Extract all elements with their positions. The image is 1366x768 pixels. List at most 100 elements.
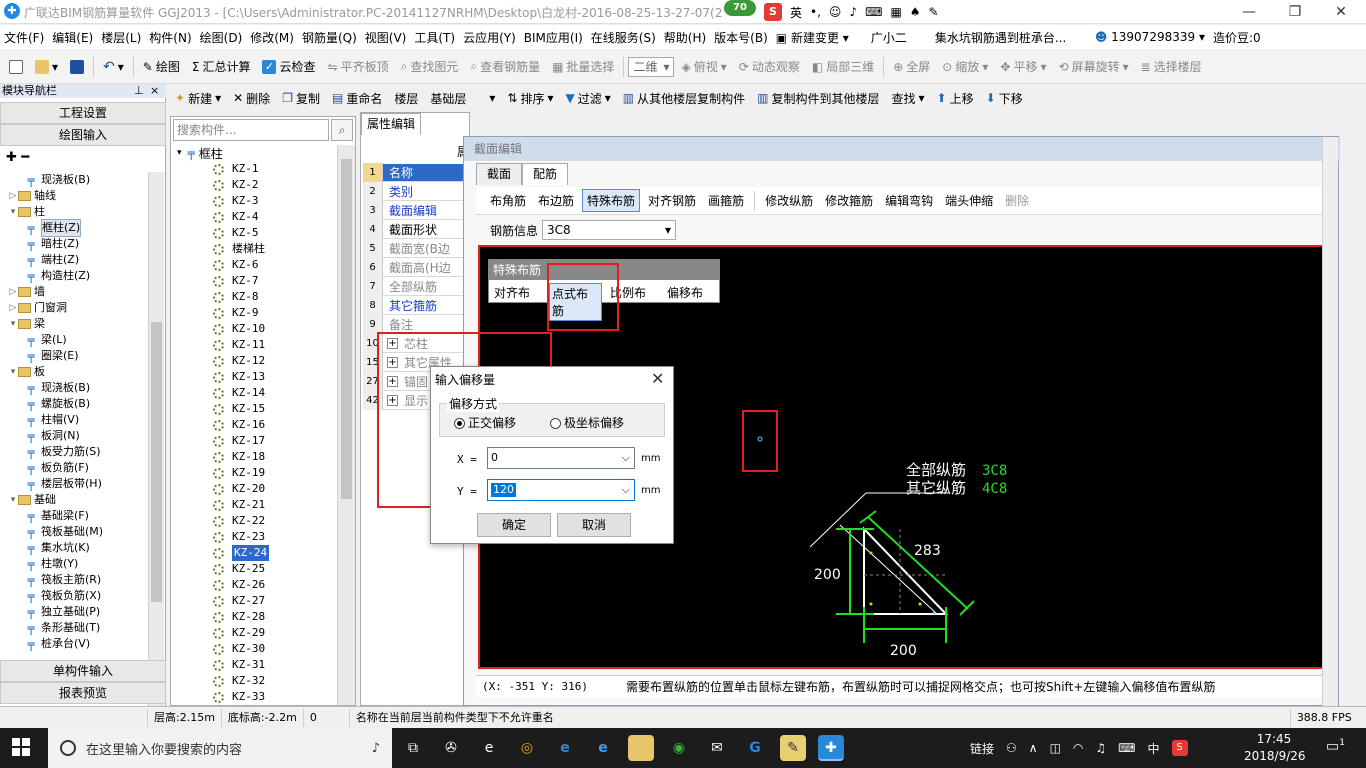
edit-hook-button[interactable]: 编辑弯钩 bbox=[881, 190, 937, 211]
copy-button[interactable]: ❐ 复制 bbox=[277, 85, 325, 111]
close-icon[interactable]: ✕ bbox=[1318, 0, 1364, 24]
list-item[interactable]: KZ-10 bbox=[173, 321, 337, 337]
tree-item[interactable]: ╤ 柱帽(V) bbox=[0, 412, 148, 428]
tree-item[interactable]: ╤ 板受力筋(S) bbox=[0, 444, 148, 460]
filter-button[interactable]: ▼ 过滤 ▾ bbox=[561, 85, 616, 111]
menu-component[interactable]: 构件(N) bbox=[145, 29, 195, 46]
close-icon[interactable]: × bbox=[150, 84, 159, 98]
list-item[interactable]: KZ-4 bbox=[173, 209, 337, 225]
menu-guangxiaoer[interactable]: 广小二 bbox=[867, 29, 911, 46]
emoji-icon[interactable]: ☺ bbox=[829, 5, 842, 19]
local-3d-button[interactable]: ◧ 局部三维 bbox=[807, 54, 879, 80]
property-row[interactable]: 5 截面宽(B边 bbox=[363, 238, 469, 258]
menu-tools[interactable]: 工具(T) bbox=[410, 29, 459, 46]
links-toolbar[interactable]: 链接 bbox=[970, 740, 994, 757]
expand-icon[interactable]: ▷ bbox=[8, 284, 18, 300]
tree-item[interactable]: ╤ 框柱(Z) bbox=[0, 219, 148, 237]
tree-item[interactable]: ╤ 现浇板(B) bbox=[0, 380, 148, 396]
single-component-input-button[interactable]: 单构件输入 bbox=[0, 660, 166, 682]
shirt-icon[interactable]: ♠ bbox=[910, 5, 921, 19]
menu-rebar-qty[interactable]: 钢筋量(Q) bbox=[298, 29, 361, 46]
expand-icon[interactable]: ▾ bbox=[8, 492, 18, 508]
ime-punct[interactable]: •, bbox=[810, 5, 821, 19]
tree-item[interactable]: ╤ 板洞(N) bbox=[0, 428, 148, 444]
tree-item[interactable]: ╤ 螺旋板(B) bbox=[0, 396, 148, 412]
menu-beans[interactable]: 造价豆:0 bbox=[1209, 29, 1265, 46]
tree-item[interactable]: ╤ 构造柱(Z) bbox=[0, 268, 148, 284]
menu-user[interactable]: ☻ 13907298339 ▾ bbox=[1091, 30, 1209, 44]
select-floor-button[interactable]: ≣ 选择楼层 bbox=[1136, 54, 1207, 80]
move-up-button[interactable]: ⬆ 上移 bbox=[932, 85, 979, 111]
summary-calc-button[interactable]: Σ 汇总计算 bbox=[187, 54, 256, 80]
task-view-icon[interactable]: ⧉ bbox=[400, 735, 426, 761]
menu-online[interactable]: 在线服务(S) bbox=[587, 29, 660, 46]
list-item[interactable]: KZ-14 bbox=[173, 385, 337, 401]
ggj-app-icon[interactable]: ✚ bbox=[818, 735, 844, 761]
drawing-input-button[interactable]: 绘图输入 bbox=[0, 124, 166, 146]
floor-select[interactable]: 基础层 ▾ bbox=[425, 85, 500, 111]
tree-folder[interactable]: ▷ 门窗洞 bbox=[0, 300, 148, 316]
list-item[interactable]: KZ-30 bbox=[173, 641, 337, 657]
tree-item[interactable]: ╤ 圈梁(E) bbox=[0, 348, 148, 364]
mic-icon[interactable]: ♪ bbox=[849, 5, 857, 19]
draw-button[interactable]: ✎ 绘图 bbox=[138, 54, 185, 80]
rename-button[interactable]: ▤ 重命名 bbox=[327, 85, 387, 111]
list-item[interactable]: KZ-11 bbox=[173, 337, 337, 353]
menu-modify[interactable]: 修改(M) bbox=[246, 29, 298, 46]
tree-item[interactable]: ╤ 条形基础(T) bbox=[0, 620, 148, 636]
menu-new-change[interactable]: ▣ 新建变更 ▾ bbox=[772, 29, 853, 46]
tree-item[interactable]: ╤ 梁(L) bbox=[0, 332, 148, 348]
expand-icon[interactable]: ▷ bbox=[8, 300, 18, 316]
tree-item[interactable]: ╤ 桩承台(V) bbox=[0, 636, 148, 652]
new-file-button[interactable] bbox=[4, 54, 28, 80]
menu-floor[interactable]: 楼层(L) bbox=[97, 29, 145, 46]
tree-item[interactable]: ╤ 基础梁(F) bbox=[0, 508, 148, 524]
menu-file[interactable]: 文件(F) bbox=[0, 29, 48, 46]
modify-stirrup-button[interactable]: 修改箍筋 bbox=[821, 190, 877, 211]
batch-select-button[interactable]: ▦ 批量选择 bbox=[547, 54, 619, 80]
list-item[interactable]: KZ-3 bbox=[173, 193, 337, 209]
microphone-icon[interactable]: ♪ bbox=[372, 741, 380, 756]
corner-rebar-button[interactable]: 布角筋 bbox=[486, 190, 530, 211]
orthogonal-radio[interactable]: 正交偏移 bbox=[454, 414, 516, 431]
ie-blue-icon[interactable]: e bbox=[590, 735, 616, 761]
property-row[interactable]: 3 截面编辑 bbox=[363, 200, 469, 220]
tab-property-edit[interactable]: 属性编辑 bbox=[361, 113, 421, 135]
list-item[interactable]: 楼梯柱 bbox=[173, 241, 337, 257]
rotate-screen-button[interactable]: ⟲ 屏幕旋转 ▾ bbox=[1054, 54, 1134, 80]
zoom-button[interactable]: ⊙ 缩放 ▾ bbox=[937, 54, 993, 80]
menu-cloud[interactable]: 云应用(Y) bbox=[459, 29, 520, 46]
find-button[interactable]: 查找 ▾ bbox=[887, 85, 930, 111]
network-icon[interactable]: ◫ bbox=[1050, 741, 1061, 755]
ie-icon[interactable]: e bbox=[476, 735, 502, 761]
menu-view[interactable]: 视图(V) bbox=[361, 29, 411, 46]
ime-lang[interactable]: 英 bbox=[790, 4, 802, 21]
tree-folder[interactable]: ▾ 柱 bbox=[0, 204, 148, 220]
tree-item[interactable]: ╤ 筏板基础(M) bbox=[0, 524, 148, 540]
property-row[interactable]: 8 其它箍筋 bbox=[363, 295, 469, 315]
search-icon[interactable]: ⌕ bbox=[331, 119, 353, 141]
tree-item[interactable]: ╤ 集水坑(K) bbox=[0, 540, 148, 556]
list-item[interactable]: KZ-24 bbox=[173, 545, 337, 561]
tree-folder[interactable]: ▾ 基础 bbox=[0, 492, 148, 508]
end-stretch-button[interactable]: 端头伸缩 bbox=[941, 190, 997, 211]
scroll-thumb[interactable] bbox=[151, 322, 162, 602]
property-row[interactable]: 2 类别 bbox=[363, 181, 469, 201]
list-item[interactable]: KZ-13 bbox=[173, 369, 337, 385]
taskbar-search[interactable]: 在这里输入你要搜索的内容 ♪ bbox=[48, 728, 392, 768]
y-offset-input[interactable]: 120 ⌵ bbox=[487, 479, 635, 501]
volume-icon[interactable]: ♫ bbox=[1095, 741, 1106, 755]
list-item[interactable]: KZ-23 bbox=[173, 529, 337, 545]
delete-rebar-button[interactable]: 删除 bbox=[1001, 190, 1033, 211]
expand-icon[interactable]: ▷ bbox=[8, 188, 18, 204]
delete-button[interactable]: ✕ 删除 bbox=[228, 85, 275, 111]
menu-edit[interactable]: 编辑(E) bbox=[48, 29, 97, 46]
open-button[interactable]: ▾ bbox=[30, 54, 63, 80]
fan-app-icon[interactable]: ✇ bbox=[438, 735, 464, 761]
project-settings-button[interactable]: 工程设置 bbox=[0, 102, 166, 124]
wifi-icon[interactable]: ◠ bbox=[1073, 741, 1083, 755]
restore-icon[interactable]: ❐ bbox=[1272, 0, 1318, 24]
sogou-icon[interactable]: S bbox=[1171, 740, 1188, 756]
menu-bim[interactable]: BIM应用(I) bbox=[520, 29, 587, 46]
list-item[interactable]: KZ-27 bbox=[173, 593, 337, 609]
